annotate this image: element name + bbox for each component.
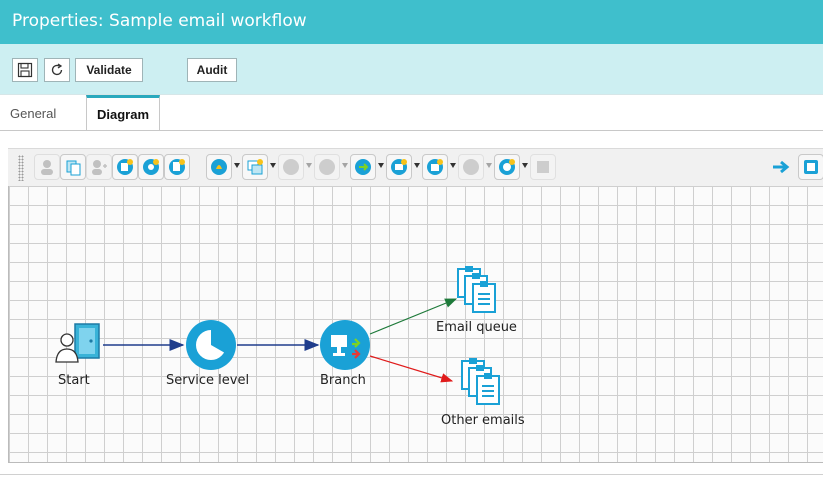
email-queue-label: Email queue — [436, 320, 517, 335]
other-emails-label: Other emails — [441, 413, 525, 428]
branch-node[interactable] — [318, 318, 372, 372]
service-level-label: Service level — [166, 373, 250, 388]
service-level-pie-icon — [186, 320, 236, 370]
start-node[interactable] — [55, 322, 103, 370]
service-level-node[interactable] — [184, 318, 238, 372]
bottom-divider — [0, 474, 823, 475]
branch-label: Branch — [320, 373, 366, 388]
diagram-connectors — [103, 298, 458, 383]
queue-clipboard-icon-2 — [461, 358, 500, 405]
start-door-user-icon — [55, 323, 100, 363]
queue-clipboard-icon — [457, 266, 496, 313]
start-label: Start — [58, 373, 90, 388]
other-emails-node[interactable] — [458, 358, 506, 408]
email-queue-node[interactable] — [454, 266, 502, 316]
connector-branch-otheremails[interactable] — [369, 355, 454, 383]
branch-icon — [320, 320, 370, 370]
